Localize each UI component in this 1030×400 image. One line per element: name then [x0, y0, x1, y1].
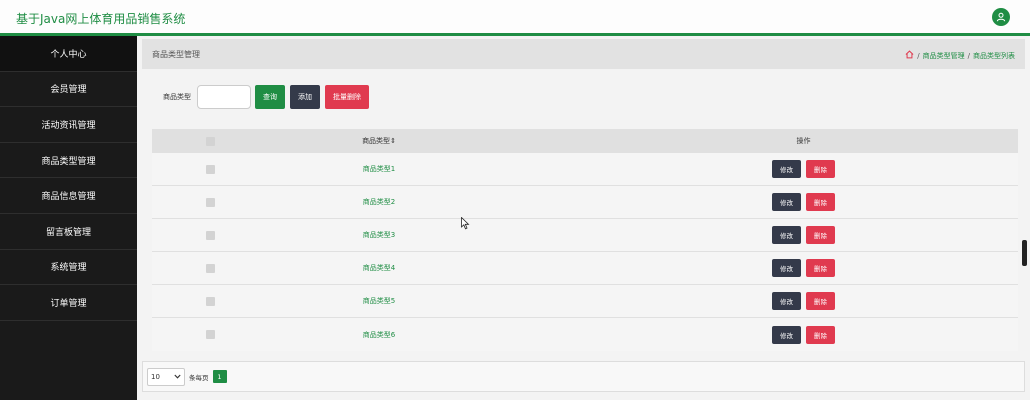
edit-button[interactable]: 修改: [772, 193, 801, 211]
select-all-checkbox[interactable]: [206, 136, 215, 146]
sidebar-item-orders[interactable]: 订单管理: [0, 285, 137, 321]
product-type-name: 商品类型2: [362, 198, 396, 206]
edit-button[interactable]: 修改: [772, 325, 801, 344]
edit-button[interactable]: 修改: [772, 226, 801, 244]
product-type-name: 商品类型6: [362, 330, 396, 339]
sidebar-item-member-management[interactable]: 会员管理: [0, 72, 137, 108]
page-scrollbar[interactable]: [1022, 240, 1027, 266]
sidebar-item-message-board[interactable]: 留言板管理: [0, 214, 137, 250]
breadcrumb-separator: /: [917, 51, 920, 60]
delete-button[interactable]: 删除: [806, 292, 835, 310]
row-checkbox[interactable]: [206, 330, 215, 339]
delete-button[interactable]: 删除: [806, 160, 835, 178]
row-checkbox[interactable]: [206, 263, 215, 273]
delete-button[interactable]: 删除: [806, 193, 835, 211]
sidebar-item-product-info[interactable]: 商品信息管理: [0, 178, 137, 214]
edit-button[interactable]: 修改: [772, 160, 801, 178]
delete-button[interactable]: 删除: [806, 325, 835, 344]
product-type-name: 商品类型5: [362, 297, 396, 305]
breadcrumb-link-product-type[interactable]: 商品类型管理: [923, 51, 965, 61]
sidebar-item-label: 个人中心: [50, 49, 87, 60]
row-checkbox[interactable]: [206, 230, 215, 240]
delete-button[interactable]: 删除: [806, 259, 835, 277]
sidebar-item-label: 活动资讯管理: [41, 120, 96, 131]
home-icon[interactable]: [905, 50, 914, 61]
page-title: 商品类型管理: [152, 50, 200, 59]
user-icon[interactable]: [992, 8, 1010, 26]
mouse-cursor-icon: [461, 215, 470, 234]
sort-icon: ⇕: [390, 137, 396, 145]
table-row: 商品类型4 修改 删除: [152, 252, 1018, 285]
sidebar-item-label: 商品信息管理: [41, 192, 96, 203]
table-row: 商品类型3 修改 删除: [152, 219, 1018, 252]
table-header: 商品类型⇕ 操作: [152, 129, 1018, 153]
sidebar-item-label: 系统管理: [50, 263, 87, 274]
breadcrumb-separator: /: [967, 51, 970, 60]
edit-button[interactable]: 修改: [772, 292, 801, 310]
sidebar-item-activity-news[interactable]: 活动资讯管理: [0, 107, 137, 143]
edit-button[interactable]: 修改: [772, 259, 801, 277]
batch-delete-button[interactable]: 批量删除: [325, 85, 369, 109]
column-header-label: 商品类型: [362, 137, 391, 145]
page-size-select[interactable]: 10: [147, 367, 185, 386]
table-row: 商品类型6 修改 删除: [152, 318, 1018, 351]
sidebar-item-label: 订单管理: [50, 298, 87, 309]
breadcrumb-link-product-type-list[interactable]: 商品类型列表: [973, 51, 1015, 61]
sidebar-item-label: 商品类型管理: [41, 156, 96, 167]
sidebar: 个人中心 会员管理 活动资讯管理 商品类型管理 商品信息管理 留言板管理 系统管…: [0, 36, 137, 400]
page-header-bar: 商品类型管理 / 商品类型管理 / 商品类型列表: [142, 39, 1025, 69]
breadcrumb: / 商品类型管理 / 商品类型列表: [905, 50, 1015, 61]
page-size-value: 10: [151, 372, 160, 381]
sidebar-item-personal-center[interactable]: 个人中心: [0, 36, 137, 72]
top-bar: 基于Java网上体育用品销售系统: [0, 0, 1030, 36]
sidebar-item-label: 留言板管理: [45, 227, 91, 238]
search-input[interactable]: [197, 85, 251, 109]
sidebar-item-system[interactable]: 系统管理: [0, 250, 137, 286]
chevron-down-icon: [174, 373, 181, 381]
product-type-name: 商品类型1: [362, 165, 396, 173]
search-label: 商品类型: [163, 93, 191, 101]
pagination: 10 条每页 1: [142, 361, 1025, 392]
product-type-name: 商品类型4: [362, 264, 396, 272]
table-row: 商品类型5 修改 删除: [152, 285, 1018, 318]
search-bar: 商品类型 查询 添加 批量删除: [163, 84, 374, 110]
row-checkbox[interactable]: [206, 197, 215, 207]
column-header-name[interactable]: 商品类型⇕: [269, 136, 489, 146]
product-type-name: 商品类型3: [362, 231, 396, 239]
delete-button[interactable]: 删除: [806, 226, 835, 244]
main-content: 商品类型管理 / 商品类型管理 / 商品类型列表 商品类型 查询 添加 批量删除…: [137, 36, 1030, 400]
app-title: 基于Java网上体育用品销售系统: [16, 12, 186, 26]
add-button[interactable]: 添加: [290, 85, 320, 109]
sidebar-item-product-type[interactable]: 商品类型管理: [0, 143, 137, 179]
product-type-table: 商品类型⇕ 操作 商品类型1 修改 删除 商品类型2 修改 删除 商品类型3 修改删…: [152, 129, 1018, 351]
row-checkbox[interactable]: [206, 296, 215, 306]
per-page-label: 条每页: [189, 373, 209, 382]
sidebar-item-label: 会员管理: [50, 85, 87, 96]
page-number-button[interactable]: 1: [212, 370, 227, 383]
row-checkbox[interactable]: [206, 164, 215, 174]
table-row: 商品类型2 修改 删除: [152, 186, 1018, 219]
query-button[interactable]: 查询: [255, 85, 285, 109]
column-header-action: 操作: [796, 137, 811, 145]
table-row: 商品类型1 修改 删除: [152, 153, 1018, 186]
